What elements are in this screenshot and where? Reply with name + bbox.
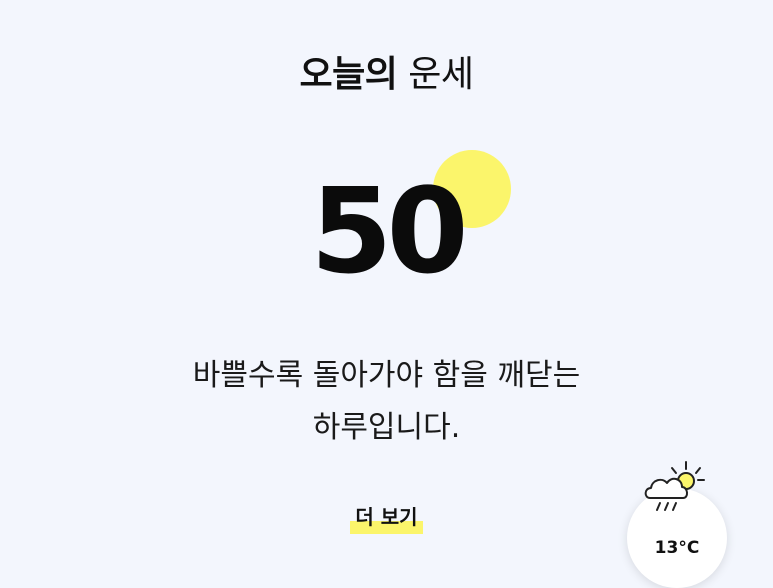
more-button-label: 더 보기 bbox=[355, 505, 418, 529]
more-button[interactable]: 더 보기 bbox=[348, 502, 425, 534]
fortune-message: 바쁠수록 돌아가야 함을 깨닫는 하루입니다. bbox=[192, 358, 581, 445]
page-title: 오늘의 운세 bbox=[0, 50, 773, 100]
fortune-score: 50 bbox=[310, 162, 468, 300]
fortune-score-section: 50 bbox=[0, 150, 773, 300]
title-bold-part: 오늘의 bbox=[299, 54, 398, 95]
weather-temperature: 13°C bbox=[654, 538, 700, 558]
title-regular-part: 운세 bbox=[408, 54, 474, 95]
sun-cloud-rain-icon bbox=[644, 461, 705, 511]
